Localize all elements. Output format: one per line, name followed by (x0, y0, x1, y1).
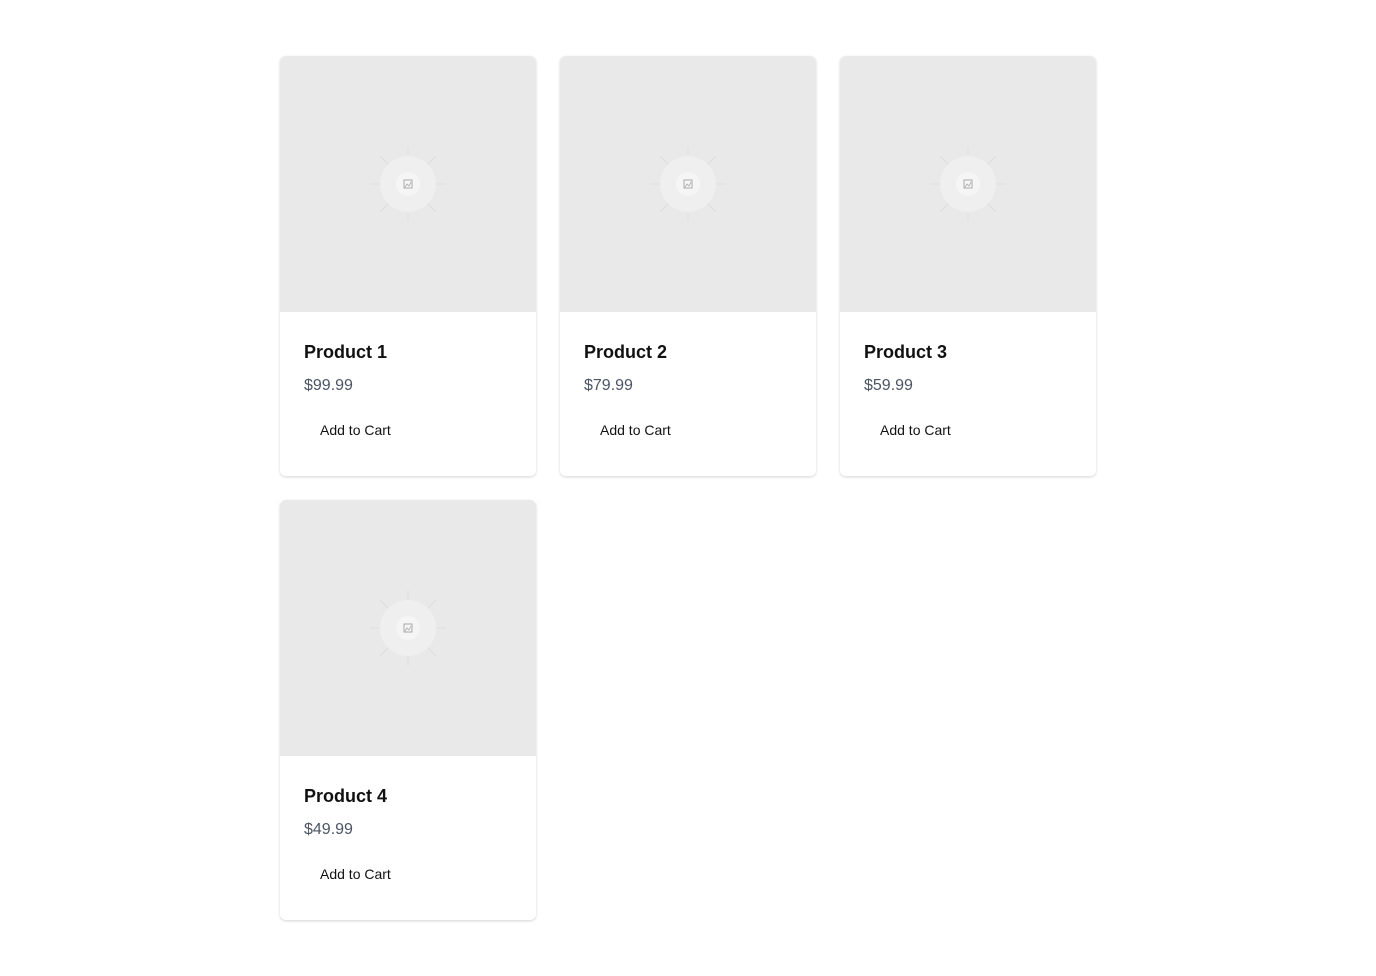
product-image-placeholder (280, 56, 536, 312)
product-card: Product 2 $79.99 Add to Cart (560, 56, 816, 476)
product-card: Product 1 $99.99 Add to Cart (280, 56, 536, 476)
product-title: Product 2 (584, 342, 668, 362)
product-price: $99.99 (304, 377, 353, 394)
image-placeholder-icon (650, 146, 726, 222)
product-image-placeholder (560, 56, 816, 312)
add-to-cart-button[interactable]: Add to Cart (304, 858, 407, 890)
add-to-cart-button[interactable]: Add to Cart (304, 414, 407, 446)
product-price: $79.99 (584, 377, 633, 394)
product-title: Product 3 (864, 342, 948, 362)
product-card: Product 3 $59.99 Add to Cart (840, 56, 1096, 476)
image-placeholder-icon (930, 146, 1006, 222)
product-image-placeholder (840, 56, 1096, 312)
product-title: Product 4 (304, 786, 388, 806)
product-card: Product 4 $49.99 Add to Cart (280, 500, 536, 920)
product-title: Product 1 (304, 342, 388, 362)
product-grid: Product 1 $99.99 Add to Cart Product 2 $… (280, 56, 1096, 920)
image-placeholder-icon (370, 590, 446, 666)
product-image-placeholder (280, 500, 536, 756)
add-to-cart-button[interactable]: Add to Cart (584, 414, 687, 446)
product-price: $49.99 (304, 821, 353, 838)
add-to-cart-button[interactable]: Add to Cart (864, 414, 967, 446)
product-price: $59.99 (864, 377, 913, 394)
image-placeholder-icon (370, 146, 446, 222)
